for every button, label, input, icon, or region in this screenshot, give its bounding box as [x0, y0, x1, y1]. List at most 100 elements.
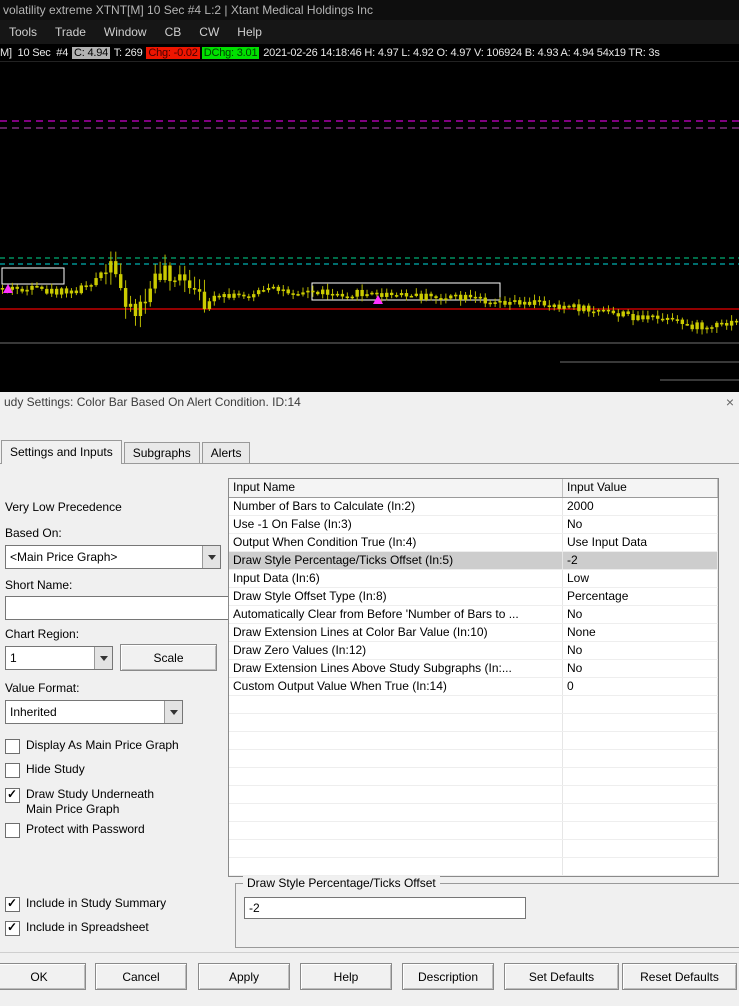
menu-item-cw[interactable]: CW	[190, 20, 228, 44]
chart-window-titlebar[interactable]: volatility extreme XTNT[M] 10 Sec #4 L:2…	[0, 0, 739, 20]
based-on-select[interactable]: <Main Price Graph>	[5, 545, 221, 569]
checkbox-box[interactable]	[5, 920, 20, 936]
short-name-label: Short Name:	[5, 578, 73, 592]
input-value-cell	[563, 804, 718, 821]
button-ok[interactable]: OK	[0, 963, 86, 990]
chevron-down-icon[interactable]	[164, 701, 182, 723]
input-value-cell	[563, 768, 718, 785]
chevron-down-icon[interactable]	[202, 546, 220, 568]
input-name-cell	[229, 858, 563, 875]
dialog-titlebar[interactable]: udy Settings: Color Bar Based On Alert C…	[0, 392, 739, 414]
table-row[interactable]: Draw Extension Lines at Color Bar Value …	[229, 624, 718, 642]
input-name-cell: Number of Bars to Calculate (In:2)	[229, 498, 563, 515]
table-row[interactable]: Draw Zero Values (In:12) No	[229, 642, 718, 660]
status-last-price: C: 4.94	[71, 46, 111, 59]
value-format-value: Inherited	[10, 705, 57, 719]
table-row[interactable]: Number of Bars to Calculate (In:2) 2000	[229, 498, 718, 516]
table-row[interactable]: Draw Extension Lines Above Study Subgrap…	[229, 660, 718, 678]
checkbox-hide-study[interactable]: Hide Study	[5, 762, 85, 778]
tab-subgraphs[interactable]: Subgraphs	[123, 442, 200, 463]
input-value-cell	[563, 858, 718, 875]
input-value-cell	[563, 750, 718, 767]
status-change: Chg: -0.02	[146, 46, 200, 59]
input-name-cell: Draw Style Percentage/Ticks Offset (In:5…	[229, 552, 563, 569]
table-row-empty[interactable]	[229, 732, 718, 750]
chart-canvas	[0, 120, 739, 381]
table-row[interactable]: Automatically Clear from Before 'Number …	[229, 606, 718, 624]
close-icon[interactable]: ×	[726, 392, 734, 413]
input-value-cell: Low	[563, 570, 718, 587]
menu-item-trade[interactable]: Trade	[46, 20, 95, 44]
button-reset-defaults[interactable]: Reset Defaults	[622, 963, 737, 990]
table-row[interactable]: Output When Condition True (In:4) Use Inp…	[229, 534, 718, 552]
input-value-cell: -2	[563, 552, 718, 569]
checkbox-box[interactable]	[5, 739, 20, 754]
input-name-cell	[229, 696, 563, 713]
input-name-cell	[229, 750, 563, 767]
table-row-empty[interactable]	[229, 696, 718, 714]
precedence-label: Very Low Precedence	[5, 500, 122, 514]
table-row-empty[interactable]	[229, 858, 718, 876]
checkbox-box[interactable]	[5, 763, 20, 778]
table-row-empty[interactable]	[229, 822, 718, 840]
input-name-cell: Input Data (In:6)	[229, 570, 563, 587]
input-value-cell: 0	[563, 678, 718, 695]
table-row-empty[interactable]	[229, 786, 718, 804]
input-value-cell	[563, 840, 718, 857]
checkbox-include-in-spreadsheet[interactable]: Include in Spreadsheet	[5, 920, 149, 936]
table-row-empty[interactable]	[229, 750, 718, 768]
button-set-defaults[interactable]: Set Defaults	[504, 963, 619, 990]
input-name-cell: Custom Output Value When True (In:14)	[229, 678, 563, 695]
tab-alerts[interactable]: Alerts	[201, 442, 251, 463]
checkbox-box[interactable]	[5, 787, 20, 803]
table-row-empty[interactable]	[229, 804, 718, 822]
checkbox-box[interactable]	[5, 823, 20, 838]
checkbox-label: Display As Main Price Graph	[26, 738, 179, 752]
table-row[interactable]: Draw Style Offset Type (In:8) Percentage	[229, 588, 718, 606]
checkbox-label: Draw Study Underneath Main Price Graph	[26, 787, 155, 816]
button-help[interactable]: Help	[300, 963, 392, 990]
offset-value-input[interactable]	[244, 897, 526, 919]
table-row-empty[interactable]	[229, 714, 718, 732]
input-name-cell	[229, 822, 563, 839]
input-value-cell	[563, 732, 718, 749]
menu-item-window[interactable]: Window	[95, 20, 156, 44]
chevron-down-icon[interactable]	[94, 647, 112, 669]
input-value-cell: Use Input Data	[563, 534, 718, 551]
input-name-cell	[229, 840, 563, 857]
input-name-cell: Automatically Clear from Before 'Number …	[229, 606, 563, 623]
tab-settings-and-inputs[interactable]: Settings and Inputs	[1, 440, 122, 464]
table-row-empty[interactable]	[229, 840, 718, 858]
table-row[interactable]: Custom Output Value When True (In:14) 0	[229, 678, 718, 696]
menu-item-tools[interactable]: Tools	[0, 20, 46, 44]
checkbox-protect-with-password[interactable]: Protect with Password	[5, 822, 145, 838]
scale-button[interactable]: Scale	[120, 644, 217, 671]
checkbox-include-in-study-summary[interactable]: Include in Study Summary	[5, 896, 166, 912]
button-apply[interactable]: Apply	[198, 963, 290, 990]
table-row[interactable]: Use -1 On False (In:3) No	[229, 516, 718, 534]
price-chart[interactable]	[0, 61, 739, 393]
button-cancel[interactable]: Cancel	[95, 963, 187, 990]
menu-item-help[interactable]: Help	[228, 20, 271, 44]
input-value-cell: 2000	[563, 498, 718, 515]
table-row[interactable]: Draw Style Percentage/Ticks Offset (In:5…	[229, 552, 718, 570]
dialog-title: udy Settings: Color Bar Based On Alert C…	[4, 395, 301, 409]
table-row-empty[interactable]	[229, 768, 718, 786]
status-session-info: 2021-02-26 14:18:46 H: 4.97 L: 4.92 O: 4…	[260, 46, 660, 59]
value-format-select[interactable]: Inherited	[5, 700, 183, 724]
checkbox-draw-study-underneath-main-price-graph[interactable]: Draw Study Underneath Main Price Graph	[5, 787, 154, 817]
checkbox-box[interactable]	[5, 896, 20, 912]
offset-group-legend: Draw Style Percentage/Ticks Offset	[243, 876, 440, 890]
input-value-cell: No	[563, 642, 718, 659]
table-row[interactable]: Input Data (In:6) Low	[229, 570, 718, 588]
chart-region-select[interactable]: 1	[5, 646, 113, 670]
input-name-cell: Draw Extension Lines Above Study Subgrap…	[229, 660, 563, 677]
value-format-label: Value Format:	[5, 681, 80, 695]
short-name-input[interactable]	[5, 596, 229, 620]
input-name-cell	[229, 732, 563, 749]
button-description[interactable]: Description	[402, 963, 494, 990]
checkbox-display-as-main-price-graph[interactable]: Display As Main Price Graph	[5, 738, 179, 754]
input-name-cell: Draw Zero Values (In:12)	[229, 642, 563, 659]
input-value-cell	[563, 786, 718, 803]
menu-item-cb[interactable]: CB	[156, 20, 191, 44]
